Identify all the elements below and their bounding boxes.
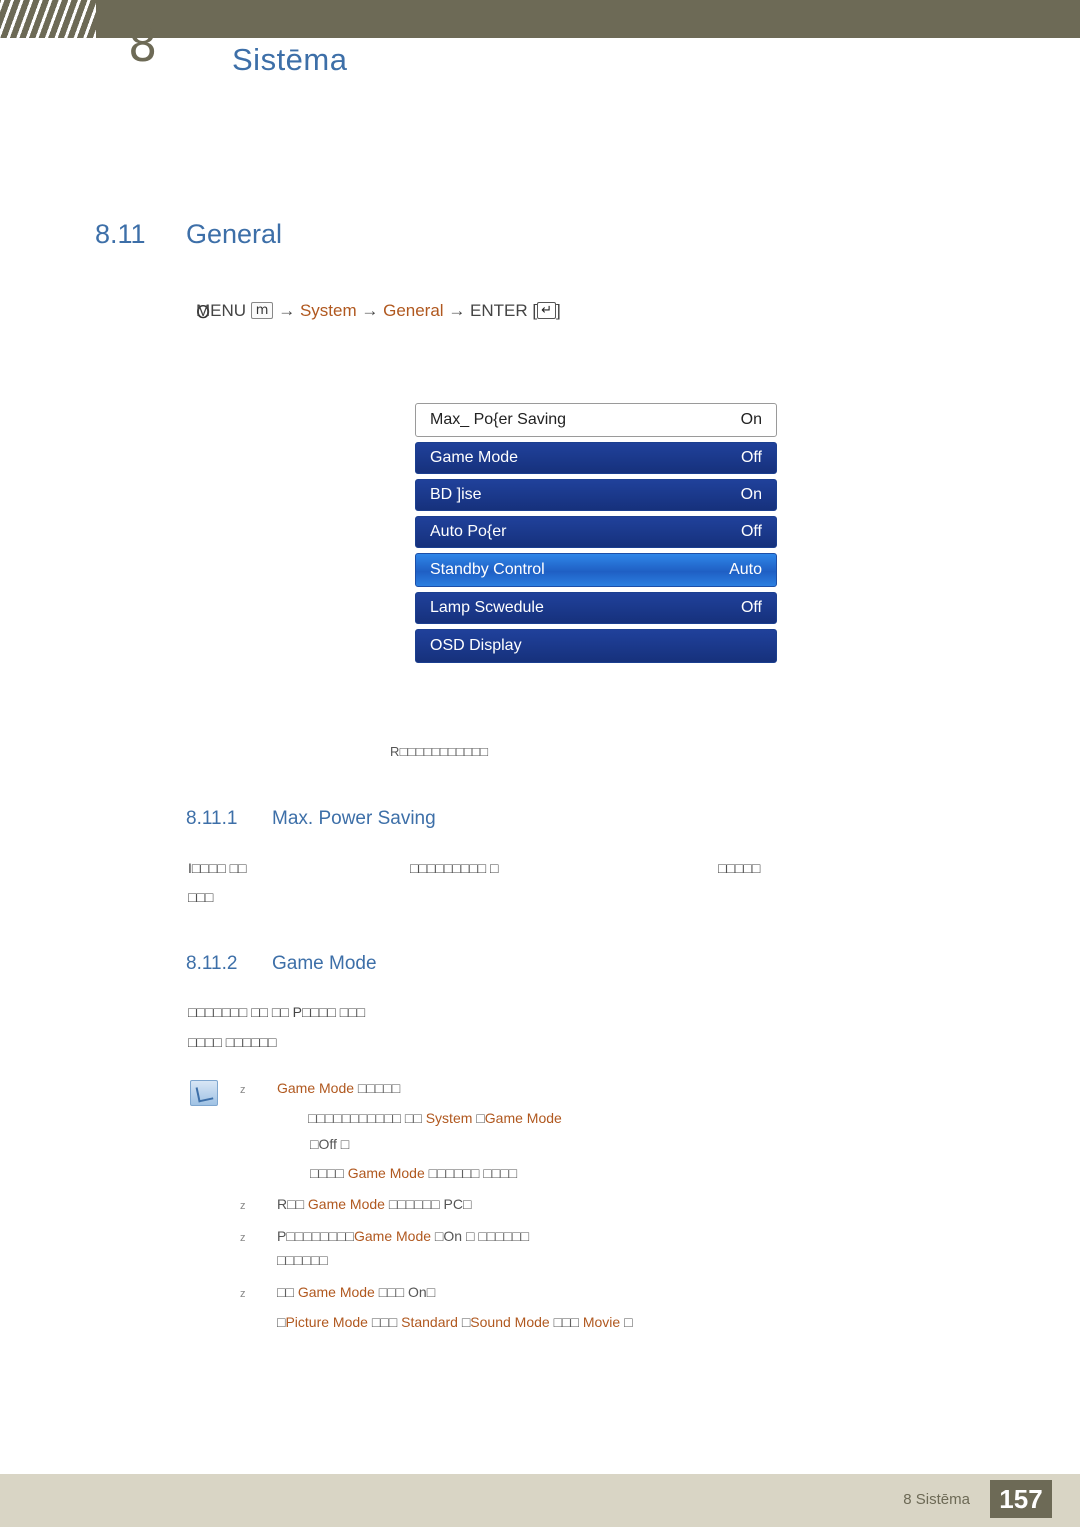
note-text: □□□□□: [354, 1080, 401, 1096]
note-term-game-mode: Game Mode: [277, 1080, 355, 1096]
osd-row-bd-wise[interactable]: BD ]ise On: [415, 479, 777, 511]
note-text: □: [336, 1136, 350, 1152]
note-line-8: □□ Game Mode □□□ On□: [277, 1284, 435, 1300]
osd-row-lamp-schedule[interactable]: Lamp Scwedule Off: [415, 592, 777, 624]
osd-label: OSD Display: [430, 637, 522, 654]
osd-label: Auto Po{er: [430, 523, 507, 540]
note-bullet-3: z: [240, 1232, 246, 1244]
note-text: R□□: [277, 1196, 305, 1212]
path-arrow-1: →: [278, 301, 296, 320]
path-enter-label: ENTER: [470, 301, 528, 320]
osd-caption: R□□□□□□□□□□□: [390, 744, 489, 759]
body-line-2: □□□: [188, 889, 214, 905]
note-text: □□: [277, 1284, 298, 1300]
note-text: □ □□□□□□: [462, 1228, 530, 1244]
note-term-standard: Standard: [397, 1314, 458, 1330]
body-line-1a: I□□□□ □□: [188, 860, 247, 876]
path-menu-label: MENU: [196, 301, 247, 320]
note-text: □□□: [367, 1314, 398, 1330]
subsection-title-2: Game Mode: [272, 953, 377, 974]
path-arrow-3: →: [448, 301, 466, 320]
osd-row-auto-power[interactable]: Auto Po{er Off: [415, 516, 777, 548]
enter-keycap-icon: ↵: [537, 302, 557, 319]
menu-keycap-icon: m: [250, 302, 274, 319]
note-bullet-2: z: [240, 1200, 246, 1212]
path-general: General: [383, 301, 444, 320]
note-term-sound-mode: Sound Mode: [470, 1314, 550, 1330]
osd-label: Max_ Po{er Saving: [430, 411, 567, 428]
osd-menu-mockup: Max_ Po{er Saving On Game Mode Off BD ]i…: [415, 403, 777, 668]
subsection-number-1: 8.11.1: [186, 808, 238, 829]
page-number: 157: [990, 1480, 1052, 1518]
osd-label: Game Mode: [430, 449, 519, 466]
note-bullet-4: z: [240, 1288, 246, 1300]
osd-value: Auto: [729, 561, 762, 578]
note-line-5: R□□ Game Mode □□□□□□ PC□: [277, 1196, 471, 1212]
osd-value: Off: [740, 449, 762, 466]
note-text: □: [620, 1314, 633, 1330]
page-header-bar: [0, 0, 1080, 38]
note-text: □□□□□□ □□□□: [424, 1165, 518, 1181]
osd-value: Off: [740, 523, 762, 540]
chapter-title: Sistēma: [232, 42, 348, 77]
subsection-title-1: Max. Power Saving: [272, 808, 436, 829]
note-text: P□□□□□□□□: [277, 1228, 354, 1244]
body-line-1c: □□□□□: [718, 860, 761, 876]
note-term-game-mode-2: Game Mode: [484, 1110, 562, 1126]
note-term-movie: Movie: [578, 1314, 621, 1330]
body-line-3: □□□□□□□ □□ □□ P□□□□ □□□: [188, 1004, 366, 1020]
osd-label: Lamp Scwedule: [430, 599, 544, 616]
body-line-1b: □□□□□□□□□ □: [410, 860, 499, 876]
note-term-game-mode-4: Game Mode: [304, 1196, 385, 1212]
note-text: □□□□□□□□□□□ □□: [308, 1110, 426, 1126]
note-text: PC□: [439, 1196, 472, 1212]
note-line-6: P□□□□□□□□Game Mode □On □ □□□□□□: [277, 1228, 529, 1244]
osd-label: BD ]ise: [430, 486, 482, 503]
osd-row-max-power-saving[interactable]: Max_ Po{er Saving On: [415, 403, 777, 437]
osd-value: Off: [740, 599, 762, 616]
chapter-number-glyph: 8: [128, 18, 158, 72]
section-number: 8.11: [95, 219, 146, 249]
osd-row-standby-control[interactable]: Standby Control Auto: [415, 553, 777, 587]
note-line-7: □□□□□□: [277, 1252, 328, 1268]
subsection-number-2: 8.11.2: [186, 953, 238, 974]
note-text: On□: [404, 1284, 436, 1300]
note-text: □□□: [374, 1284, 405, 1300]
note-line-2: □□□□□□□□□□□ □□ System □Game Mode: [308, 1110, 562, 1126]
note-text: □□□□□□: [277, 1252, 328, 1268]
note-line-9: □Picture Mode □□□ Standard □Sound Mode □…: [277, 1314, 633, 1330]
note-text: □: [457, 1314, 471, 1330]
osd-value: On: [740, 411, 762, 428]
note-line-4: □□□□ Game Mode □□□□□□ □□□□: [310, 1165, 517, 1181]
menu-path: MENU m → System → General → ENTER [↵]: [196, 301, 561, 320]
note-term-game-mode-5: Game Mode: [354, 1228, 432, 1244]
note-term-game-mode-6: Game Mode: [297, 1284, 375, 1300]
footer-chapter-label: 8 Sistēma: [903, 1491, 970, 1508]
note-text: □Off: [310, 1136, 337, 1152]
note-text: □□□□□□: [384, 1196, 440, 1212]
section-title: General: [186, 219, 283, 249]
note-text: □□□: [549, 1314, 579, 1330]
note-line-1: Game Mode □□□□□: [277, 1080, 400, 1096]
note-text: □□□□: [310, 1165, 344, 1181]
osd-row-game-mode[interactable]: Game Mode Off: [415, 442, 777, 474]
body-line-4: □□□□ □□□□□□: [188, 1034, 277, 1050]
note-bullet-1: z: [240, 1084, 246, 1096]
note-term-game-mode-3: Game Mode: [343, 1165, 425, 1181]
note-text: □On: [431, 1228, 463, 1244]
note-line-3: □Off □: [310, 1136, 349, 1152]
note-term-system: System: [425, 1110, 473, 1126]
path-system: System: [299, 301, 357, 320]
note-term-picture-mode: Picture Mode: [285, 1314, 368, 1330]
osd-label: Standby Control: [430, 561, 545, 578]
note-pencil-icon: [190, 1080, 218, 1106]
path-arrow-2: →: [361, 301, 379, 320]
osd-row-osd-display[interactable]: OSD Display: [415, 629, 777, 663]
osd-value: On: [740, 486, 762, 503]
note-text-gap: □: [472, 1110, 485, 1126]
header-hatch-decoration: [0, 0, 96, 38]
